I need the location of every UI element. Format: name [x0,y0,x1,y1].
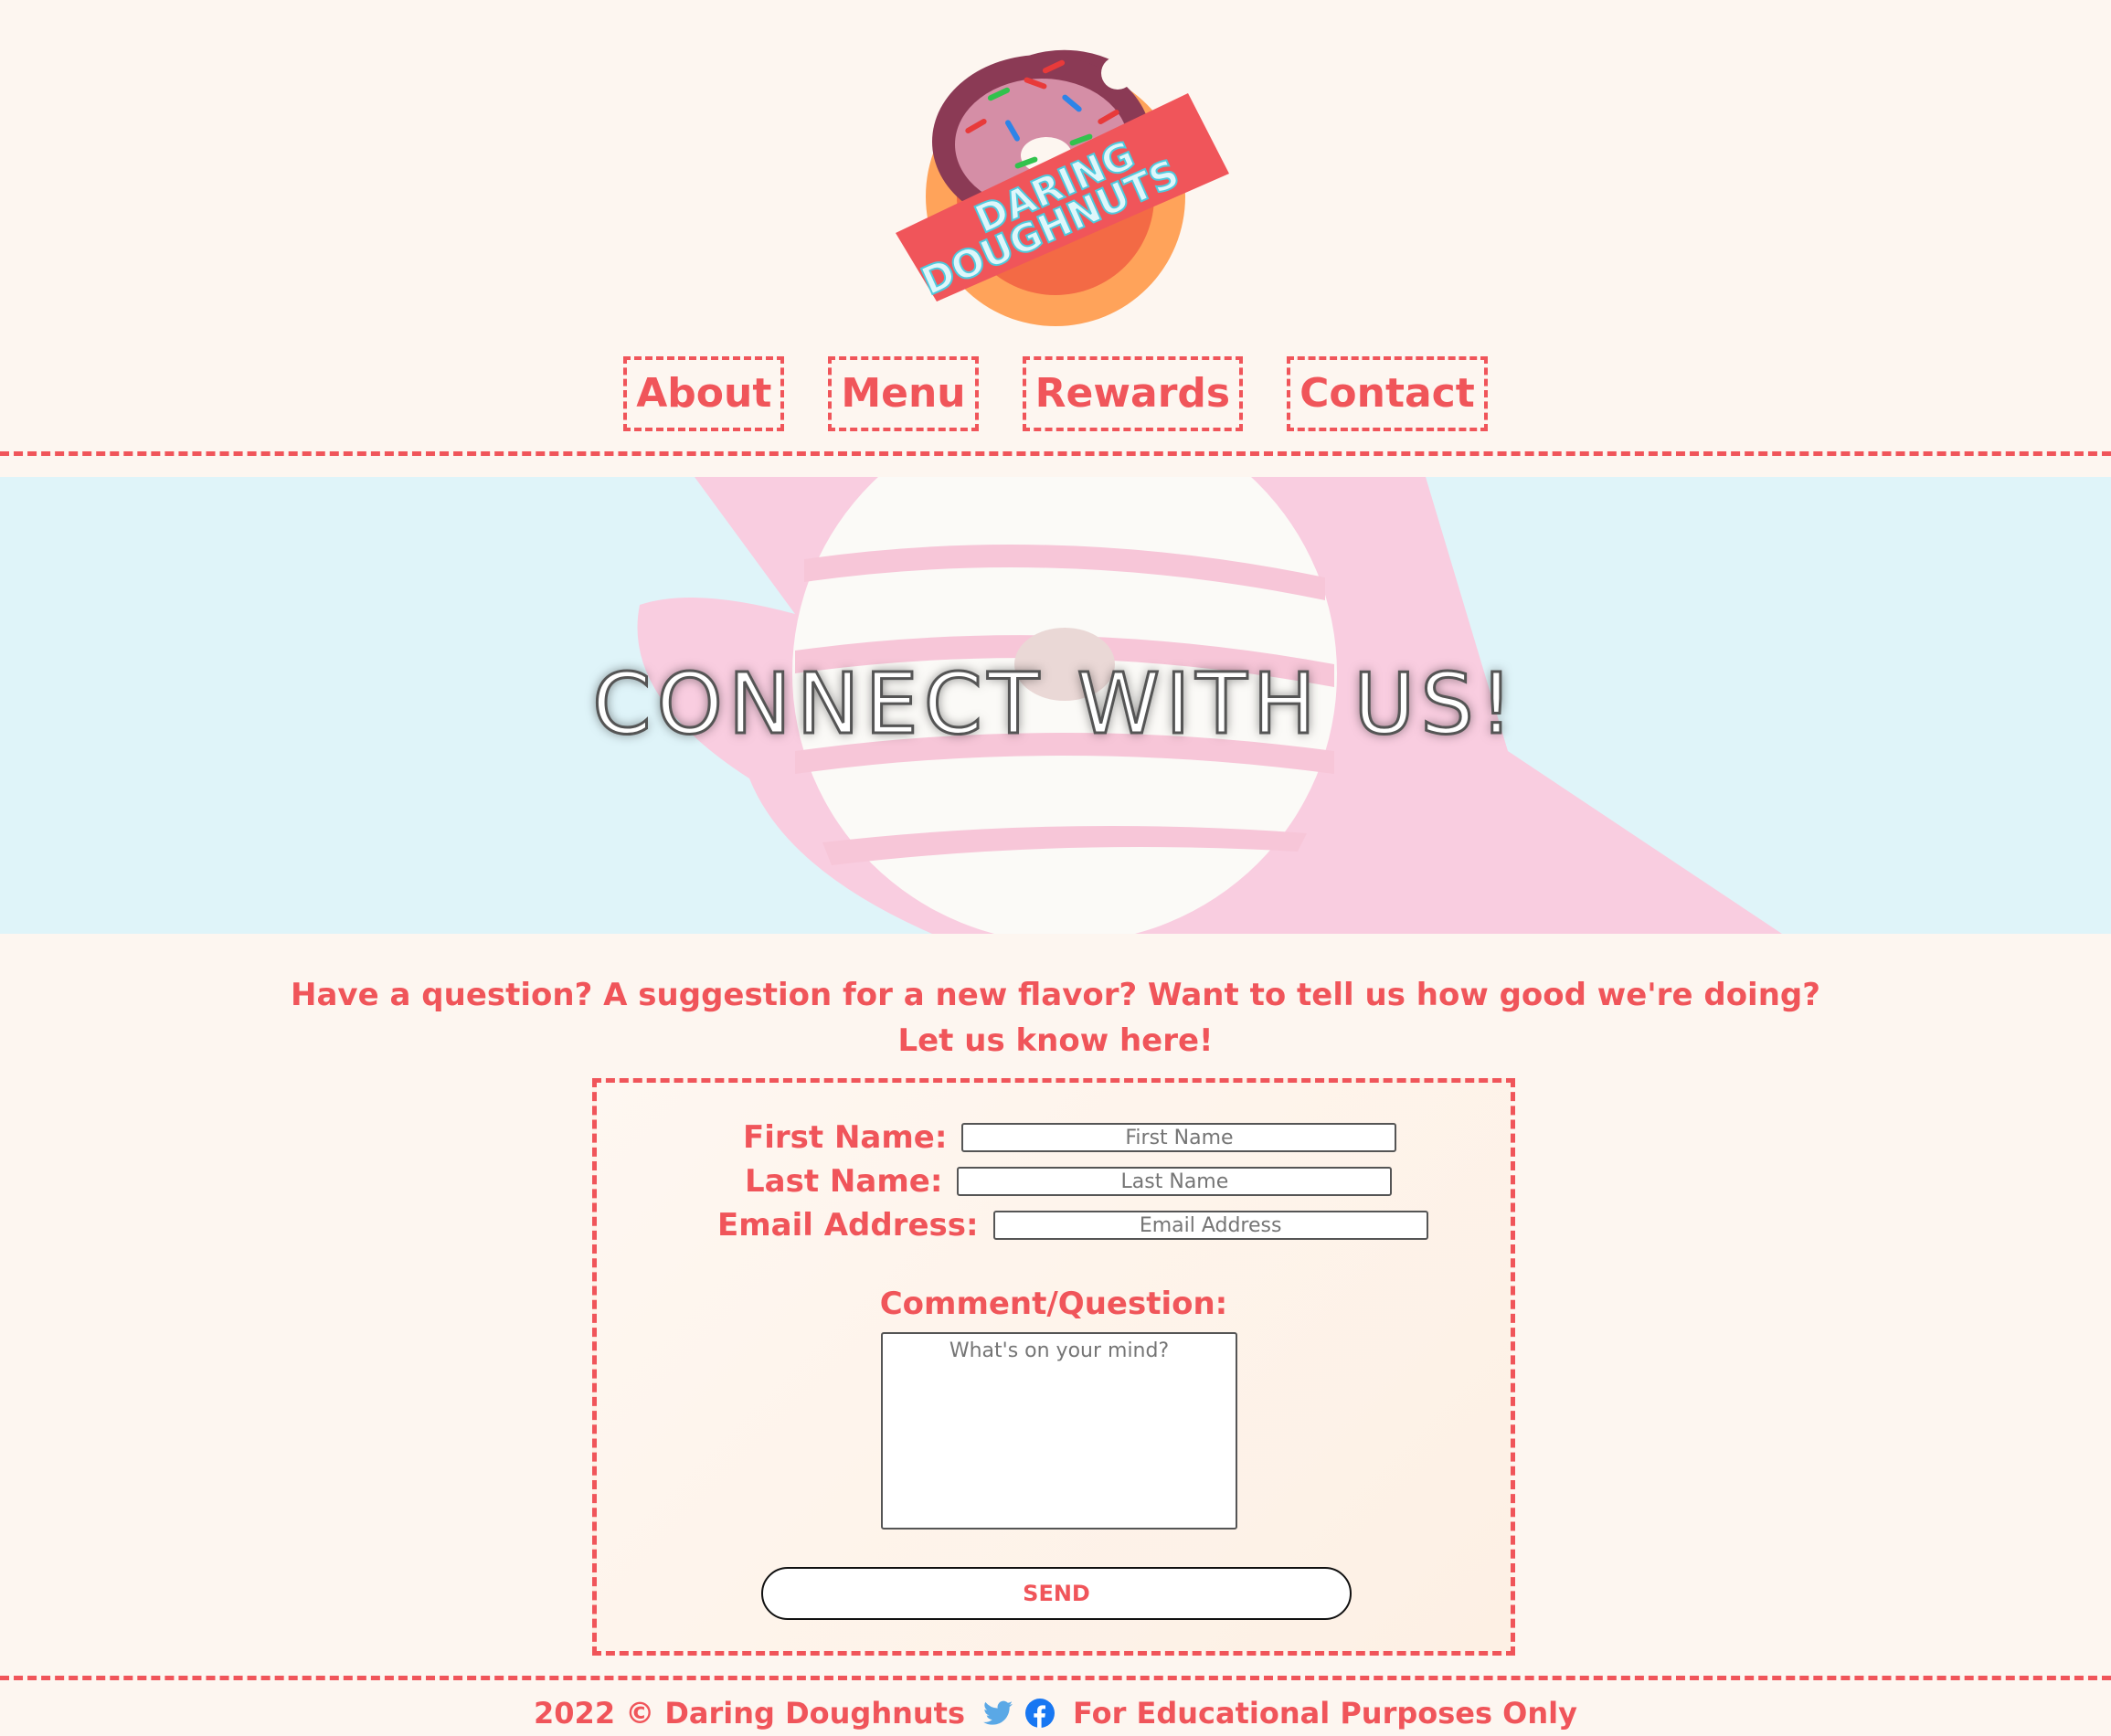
comment-label: Comment/Question: [879,1286,1228,1322]
intro-line-2: Let us know here! [897,1022,1214,1059]
site-footer: 2022 © Daring Doughnuts For Educational … [0,1696,2111,1731]
hero-title: CONNECT WITH US! [591,654,1519,755]
copyright-text: 2022 © Daring Doughnuts [534,1696,966,1731]
disclaimer-text: For Educational Purposes Only [1073,1696,1577,1731]
email-input[interactable] [992,1211,1428,1240]
nav-menu[interactable]: Menu [828,356,979,431]
intro-line-1: Have a question? A suggestion for a new … [291,977,1820,1013]
site-header: DARING DOUGHNUTS About Menu Rewards Cont… [0,0,2111,461]
comment-textarea[interactable] [881,1332,1237,1530]
header-divider [0,451,2111,456]
first-name-label: First Name: [743,1119,948,1156]
main-nav: About Menu Rewards Contact [0,356,2111,431]
facebook-icon[interactable] [1025,1699,1056,1728]
send-button[interactable]: SEND [761,1567,1352,1620]
twitter-icon[interactable] [983,1700,1013,1726]
social-icons [983,1699,1056,1728]
email-row: Email Address: [717,1207,1428,1244]
nav-rewards[interactable]: Rewards [1022,356,1244,431]
first-name-input[interactable] [961,1123,1397,1152]
last-name-input[interactable] [957,1167,1393,1196]
contact-form: First Name: Last Name: Email Address: Co… [592,1078,1515,1656]
first-name-row: First Name: [743,1119,1397,1156]
email-label: Email Address: [717,1207,979,1244]
contact-intro: Have a question? A suggestion for a new … [0,972,2111,1064]
daring-doughnuts-logo[interactable]: DARING DOUGHNUTS [886,37,1234,329]
nav-about[interactable]: About [623,356,785,431]
last-name-row: Last Name: [745,1163,1393,1200]
last-name-label: Last Name: [745,1163,943,1200]
footer-divider [0,1676,2111,1680]
nav-contact[interactable]: Contact [1287,356,1488,431]
hero-banner: CONNECT WITH US! [0,477,2111,934]
